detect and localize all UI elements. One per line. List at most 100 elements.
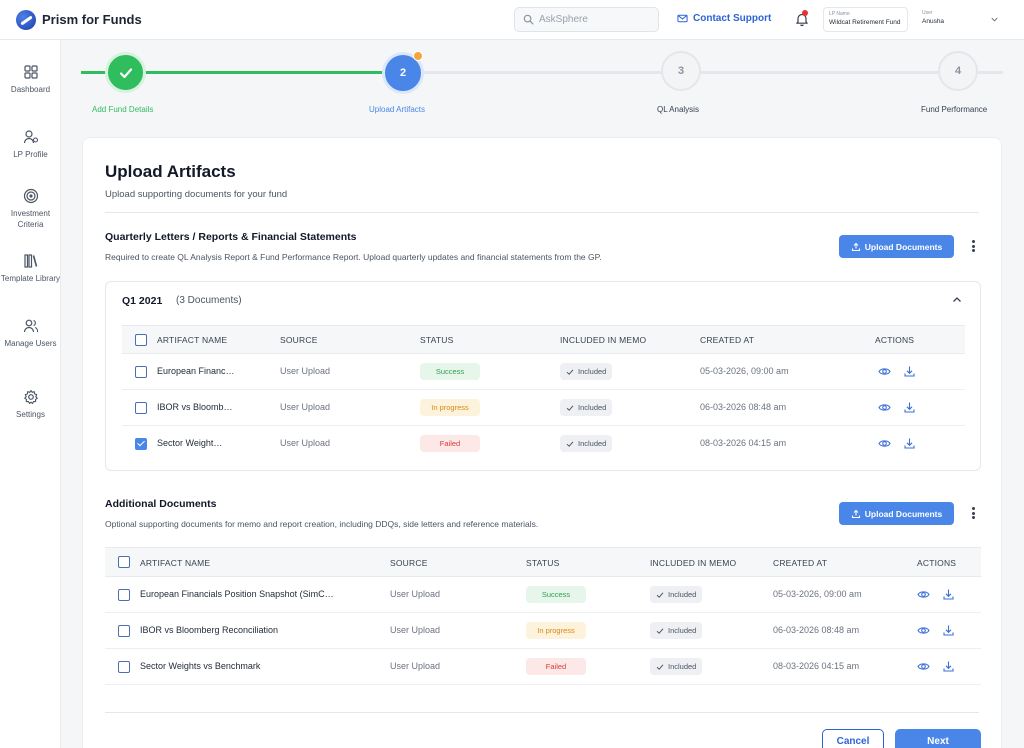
column-header-source: SOURCE	[280, 335, 318, 345]
included-label: Included	[668, 590, 697, 599]
download-icon[interactable]	[942, 588, 955, 601]
created-at: 06-03-2026 08:48 am	[700, 402, 787, 412]
table-row[interactable]: European Financ… User Upload Success Inc…	[122, 354, 965, 390]
artifact-name[interactable]: IBOR vs Bloomb…	[157, 402, 233, 412]
upload-artifacts-card: Upload Artifacts Upload supporting docum…	[82, 137, 1002, 748]
more-options-icon[interactable]	[967, 238, 979, 254]
select-all-checkbox[interactable]	[135, 334, 147, 346]
search-box[interactable]	[514, 7, 659, 32]
artifact-name[interactable]: Sector Weight…	[157, 438, 222, 448]
contact-support-label: Contact Support	[693, 13, 772, 24]
table-row[interactable]: European Financials Position Snapshot (S…	[105, 577, 981, 613]
column-header-included-in-memo: INCLUDED IN MEMO	[650, 558, 737, 568]
step-4-pending[interactable]: 4	[938, 51, 978, 91]
check-icon	[656, 627, 664, 634]
source: User Upload	[390, 589, 441, 599]
q1-2021-group: Q1 2021 (3 Documents) ARTIFACT NAME SOUR…	[105, 281, 981, 471]
app-name: Prism for Funds	[42, 12, 142, 27]
artifact-name[interactable]: Sector Weights vs Benchmark	[140, 661, 260, 671]
created-at: 05-03-2026, 09:00 am	[700, 366, 789, 376]
included-in-memo-badge: Included	[650, 622, 703, 639]
more-options-icon[interactable]	[967, 505, 979, 521]
eye-icon[interactable]	[917, 588, 930, 601]
sidebar-item-label: Investment Criteria	[10, 209, 51, 229]
row-checkbox[interactable]	[118, 625, 130, 637]
artifact-name[interactable]: IBOR vs Bloomberg Reconciliation	[140, 625, 278, 635]
eye-icon[interactable]	[878, 365, 891, 378]
chevron-up-icon[interactable]	[951, 294, 963, 306]
table-row[interactable]: Sector Weight… User Upload Failed Includ…	[122, 426, 965, 462]
sidebar-item-settings[interactable]: Settings	[0, 389, 61, 420]
target-icon	[23, 188, 38, 204]
next-button[interactable]: Next	[895, 729, 981, 748]
column-header-actions: ACTIONS	[917, 558, 957, 568]
included-in-memo-badge: Included	[560, 435, 613, 452]
eye-icon[interactable]	[878, 437, 891, 450]
footer-divider	[105, 712, 979, 713]
sidebar-item-lp-profile[interactable]: LP Profile	[0, 129, 61, 160]
artifact-name[interactable]: European Financials Position Snapshot (S…	[140, 589, 334, 599]
sidebar-item-dashboard[interactable]: Dashboard	[0, 64, 61, 95]
row-checkbox[interactable]	[118, 589, 130, 601]
grid-icon	[23, 65, 38, 79]
group-document-count: (3 Documents)	[176, 295, 242, 306]
chevron-down-icon	[991, 17, 998, 22]
search-input[interactable]	[539, 14, 649, 25]
column-header-status: STATUS	[420, 335, 454, 345]
included-label: Included	[668, 626, 697, 635]
table-row[interactable]: Sector Weights vs Benchmark User Upload …	[105, 649, 981, 685]
source: User Upload	[390, 661, 441, 671]
check-icon	[119, 67, 132, 78]
download-icon[interactable]	[942, 660, 955, 673]
column-header-status: STATUS	[526, 558, 560, 568]
eye-icon[interactable]	[878, 401, 891, 414]
artifact-name[interactable]: European Financ…	[157, 366, 235, 376]
library-icon	[23, 254, 37, 268]
table-row[interactable]: IBOR vs Bloomb… User Upload In progress …	[122, 390, 965, 426]
created-at: 08-03-2026 04:15 am	[700, 438, 787, 448]
sidebar-item-manage-users[interactable]: Manage Users	[0, 318, 61, 349]
brand[interactable]: Prism for Funds	[16, 9, 142, 30]
download-icon[interactable]	[903, 401, 916, 414]
sidebar-item-template-library[interactable]: Template Library	[0, 253, 61, 284]
select-all-checkbox[interactable]	[118, 556, 130, 568]
upload-documents-button[interactable]: Upload Documents	[839, 235, 954, 258]
group-title: Q1 2021	[122, 295, 163, 307]
table-row[interactable]: IBOR vs Bloomberg Reconciliation User Up…	[105, 613, 981, 649]
status-badge: Failed	[420, 435, 480, 452]
row-checkbox[interactable]	[135, 366, 147, 378]
lp-name-value: Wildcat Retirement Fund	[829, 19, 901, 26]
included-in-memo-badge: Included	[650, 586, 703, 603]
contact-support-link[interactable]: Contact Support	[677, 13, 771, 24]
eye-icon[interactable]	[917, 660, 930, 673]
step-2-indicator-dot	[413, 51, 423, 61]
included-in-memo-badge: Included	[560, 363, 613, 380]
step-3-pending[interactable]: 3	[661, 51, 701, 91]
included-label: Included	[578, 439, 607, 448]
step-1-complete[interactable]	[105, 52, 146, 93]
search-icon	[523, 14, 534, 25]
included-label: Included	[578, 403, 607, 412]
included-label: Included	[668, 662, 697, 671]
user-selector[interactable]: User Anusha	[917, 7, 1005, 32]
included-label: Included	[578, 367, 607, 376]
download-icon[interactable]	[903, 437, 916, 450]
row-checkbox[interactable]	[135, 402, 147, 414]
section-additional-title: Additional Documents	[105, 498, 217, 510]
lp-name-selector[interactable]: LP Name Wildcat Retirement Fund	[823, 7, 908, 32]
download-icon[interactable]	[942, 624, 955, 637]
sidebar-item-investment-criteria[interactable]: Investment Criteria	[0, 188, 61, 230]
upload-additional-documents-button[interactable]: Upload Documents	[839, 502, 954, 525]
column-header-created-at: CREATED AT	[773, 558, 828, 568]
eye-icon[interactable]	[917, 624, 930, 637]
download-icon[interactable]	[903, 365, 916, 378]
table-header: ARTIFACT NAME SOURCE STATUS INCLUDED IN …	[105, 547, 981, 577]
step-3-label: QL Analysis	[657, 105, 699, 114]
table-header: ARTIFACT NAME SOURCE STATUS INCLUDED IN …	[122, 325, 965, 354]
column-header-created-at: CREATED AT	[700, 335, 755, 345]
section-quarterly-description: Required to create QL Analysis Report & …	[105, 252, 602, 262]
row-checkbox[interactable]	[135, 438, 147, 450]
row-checkbox[interactable]	[118, 661, 130, 673]
cancel-button[interactable]: Cancel	[822, 729, 884, 748]
mail-icon	[677, 14, 688, 23]
